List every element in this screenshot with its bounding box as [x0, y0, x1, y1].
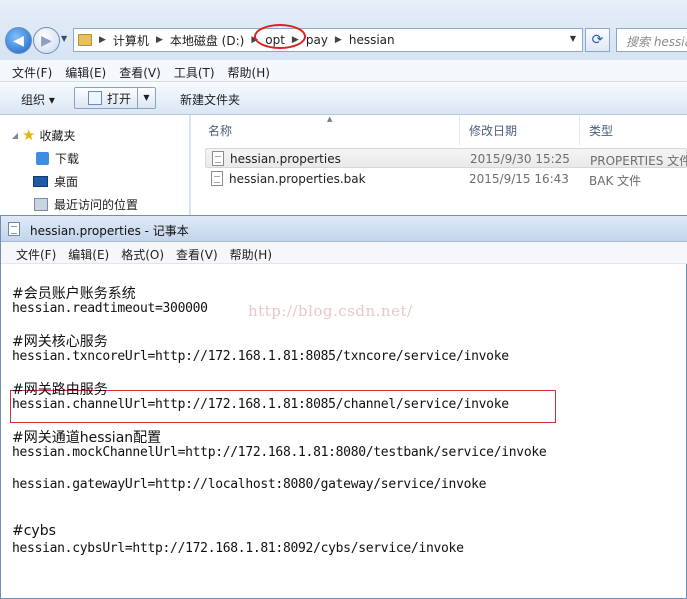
new-folder-button[interactable]: 新建文件夹 — [180, 91, 240, 108]
file-list: ▲ 名称 修改日期 类型 hessian.properties 2015/9/3… — [191, 115, 687, 215]
red-circle-annotation — [254, 24, 307, 49]
properties-file-icon — [212, 151, 224, 166]
desktop-icon — [33, 175, 48, 187]
column-divider[interactable] — [459, 115, 460, 145]
np-menu-file[interactable]: 文件(F) — [16, 242, 56, 263]
file-modified: 2015/9/15 16:43 — [469, 172, 569, 186]
recent-places-icon — [34, 197, 48, 211]
file-modified: 2015/9/30 15:25 — [470, 152, 570, 166]
np-menu-help[interactable]: 帮助(H) — [230, 242, 272, 263]
sort-ascending-icon: ▲ — [327, 115, 333, 123]
column-header-type[interactable]: 类型 — [589, 122, 613, 139]
refresh-icon: ⟳ — [591, 32, 604, 48]
watermark: http://blog.csdn.net/ — [248, 302, 413, 320]
file-row[interactable]: hessian.properties.bak 2015/9/15 16:43 B… — [205, 169, 687, 189]
breadcrumb-pay[interactable]: pay — [306, 33, 328, 47]
search-input[interactable]: 搜索 hessian — [616, 28, 687, 52]
menu-view[interactable]: 查看(V) — [119, 60, 161, 81]
notepad-title-bar[interactable]: hessian.properties - 记事本 — [1, 216, 687, 242]
nav-item-favorites[interactable]: ◢ ★ 收藏夹 — [0, 125, 76, 145]
notepad-menu-bar: 文件(F) 编辑(E) 格式(O) 查看(V) 帮助(H) — [1, 242, 687, 264]
config-line: hessian.mockChannelUrl=http://172.168.1.… — [12, 445, 547, 460]
address-dropdown-icon[interactable]: ▼ — [570, 34, 576, 43]
file-name: hessian.properties — [230, 152, 341, 166]
forward-arrow-icon: ▶ — [41, 32, 52, 49]
chevron-right-icon[interactable]: ▶ — [99, 35, 106, 45]
collapse-triangle-icon[interactable]: ◢ — [8, 131, 22, 140]
comment-line: #网关路由服务 — [12, 382, 108, 398]
open-button-label: 打开 — [107, 91, 132, 106]
nav-label-favorites: 收藏夹 — [39, 128, 76, 143]
nav-item-downloads[interactable]: 下载 — [0, 148, 79, 168]
explorer-window: ◀ ▶ ▼ ▶ 计算机 ▶ 本地磁盘 (D:) ▶ opt ▶ pay ▶ he… — [0, 0, 687, 215]
chevron-right-icon[interactable]: ▶ — [156, 35, 163, 45]
address-bar[interactable]: ▶ 计算机 ▶ 本地磁盘 (D:) ▶ opt ▶ pay ▶ hessian … — [73, 24, 583, 52]
history-dropdown-icon[interactable]: ▼ — [61, 34, 67, 43]
breadcrumb-drive-d[interactable]: 本地磁盘 (D:) — [170, 32, 244, 49]
comment-line: #cybs — [12, 523, 56, 539]
forward-button[interactable]: ▶ — [33, 27, 60, 54]
explorer-menu-bar: 文件(F) 编辑(E) 查看(V) 工具(T) 帮助(H) — [0, 60, 687, 82]
notepad-icon — [8, 222, 20, 236]
column-header-modified[interactable]: 修改日期 — [469, 122, 517, 139]
nav-label-downloads: 下载 — [55, 151, 80, 166]
config-line: hessian.readtimeout=300000 — [12, 301, 208, 316]
config-line: hessian.txncoreUrl=http://172.168.1.81:8… — [12, 349, 509, 364]
open-dropdown-icon[interactable]: ▼ — [137, 88, 155, 108]
bak-file-icon — [211, 171, 223, 186]
chevron-right-icon[interactable]: ▶ — [335, 35, 342, 45]
open-button[interactable]: 打开 ▼ — [74, 87, 156, 109]
np-menu-edit[interactable]: 编辑(E) — [68, 242, 109, 263]
breadcrumb-hessian[interactable]: hessian — [349, 33, 395, 47]
back-arrow-icon: ◀ — [13, 32, 24, 49]
np-menu-view[interactable]: 查看(V) — [176, 242, 218, 263]
column-divider[interactable] — [579, 115, 580, 145]
column-header-name[interactable]: 名称 — [208, 122, 232, 139]
command-bar: 组织 ▾ 打开 ▼ 新建文件夹 — [0, 82, 687, 115]
comment-line: #会员账户账务系统 — [12, 286, 136, 302]
file-type: PROPERTIES 文件 — [590, 154, 687, 168]
address-row: ◀ ▶ ▼ ▶ 计算机 ▶ 本地磁盘 (D:) ▶ opt ▶ pay ▶ he… — [0, 0, 687, 60]
notepad-window: hessian.properties - 记事本 文件(F) 编辑(E) 格式(… — [0, 215, 687, 599]
folder-icon — [78, 34, 92, 46]
notepad-title: hessian.properties - 记事本 — [30, 224, 189, 238]
open-file-icon — [88, 91, 102, 105]
menu-help[interactable]: 帮助(H) — [228, 60, 270, 81]
file-type: BAK 文件 — [589, 174, 642, 188]
menu-file[interactable]: 文件(F) — [12, 60, 52, 81]
refresh-button[interactable]: ⟳ — [585, 28, 610, 52]
nav-item-recent[interactable]: 最近访问的位置 — [0, 194, 138, 214]
nav-item-desktop[interactable]: 桌面 — [0, 171, 78, 191]
file-row[interactable]: hessian.properties 2015/9/30 15:25 PROPE… — [205, 148, 687, 168]
menu-edit[interactable]: 编辑(E) — [65, 60, 106, 81]
organize-button[interactable]: 组织 ▾ — [21, 91, 55, 108]
navigation-pane: ◢ ★ 收藏夹 下载 桌面 最近访问的位置 — [0, 115, 190, 215]
np-menu-format[interactable]: 格式(O) — [121, 242, 164, 263]
comment-line: #网关核心服务 — [12, 334, 108, 350]
download-icon — [36, 151, 49, 165]
nav-label-recent: 最近访问的位置 — [54, 197, 139, 212]
config-line: hessian.cybsUrl=http://172.168.1.81:8092… — [12, 541, 464, 556]
config-line: hessian.channelUrl=http://172.168.1.81:8… — [12, 397, 509, 412]
star-icon: ★ — [22, 126, 36, 144]
comment-line: #网关通道hessian配置 — [12, 430, 162, 446]
file-name: hessian.properties.bak — [229, 172, 366, 186]
back-button[interactable]: ◀ — [5, 27, 32, 54]
menu-tools[interactable]: 工具(T) — [174, 60, 215, 81]
text-editor[interactable]: http://blog.csdn.net/ #会员账户账务系统 hessian.… — [1, 264, 686, 598]
config-line: hessian.gatewayUrl=http://localhost:8080… — [12, 477, 487, 492]
breadcrumb-computer[interactable]: 计算机 — [113, 32, 149, 49]
breadcrumb-opt-wrapper: opt — [254, 24, 307, 49]
nav-label-desktop: 桌面 — [54, 174, 79, 189]
